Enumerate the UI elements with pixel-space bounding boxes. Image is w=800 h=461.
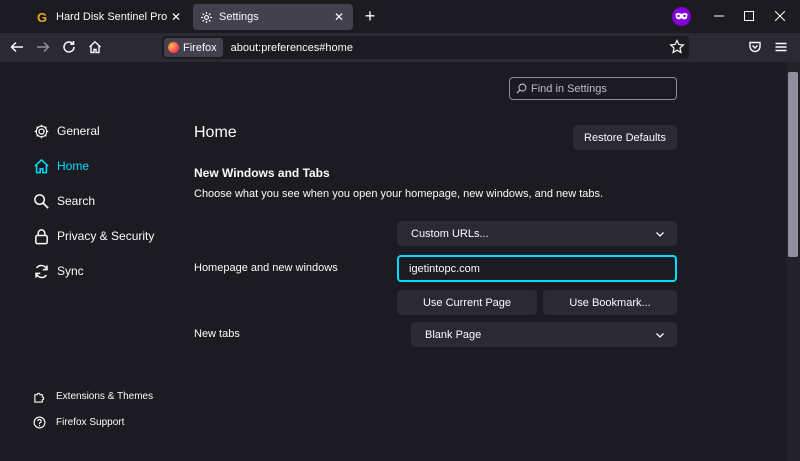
pocket-icon[interactable] <box>747 39 763 55</box>
find-in-settings-input[interactable]: Find in Settings <box>509 77 677 100</box>
page-title: Home <box>194 124 237 141</box>
maximize-button[interactable] <box>741 8 757 24</box>
category-home[interactable]: Home <box>32 156 89 176</box>
chevron-down-icon <box>656 333 664 338</box>
tab-hard-disk-sentinel[interactable]: G Hard Disk Sentinel Pro 5 Free Do ✕ <box>30 4 190 30</box>
menu-icon[interactable] <box>773 39 789 55</box>
extensions-themes-link[interactable]: Extensions & Themes <box>32 388 153 404</box>
lock-icon <box>32 227 50 245</box>
tab-title: Settings <box>219 11 259 23</box>
identity-label: Firefox <box>183 41 217 54</box>
search-icon <box>32 192 50 210</box>
g-favicon-icon: G <box>36 10 50 24</box>
category-general[interactable]: General <box>32 121 100 141</box>
use-current-page-button[interactable]: Use Current Page <box>397 290 537 315</box>
tab-title: Hard Disk Sentinel Pro 5 Free Do <box>56 11 168 23</box>
svg-text:G: G <box>37 10 47 24</box>
forward-button[interactable] <box>35 39 51 55</box>
firefox-logo-icon <box>168 42 179 53</box>
category-privacy-security[interactable]: Privacy & Security <box>32 226 154 246</box>
back-button[interactable] <box>9 39 25 55</box>
new-tabs-value: Blank Page <box>425 328 482 341</box>
bookmark-star-icon[interactable] <box>669 39 685 55</box>
new-tabs-select[interactable]: Blank Page <box>411 322 677 347</box>
homepage-mode-select[interactable]: Custom URLs... <box>397 221 677 246</box>
address-bar[interactable]: Firefox about:preferences#home <box>162 36 689 59</box>
section-title: New Windows and Tabs <box>194 166 330 180</box>
chevron-down-icon <box>656 232 664 237</box>
reload-icon[interactable] <box>61 39 77 55</box>
category-label: Sync <box>57 264 84 278</box>
scrollbar-thumb[interactable] <box>788 72 798 257</box>
new-tabs-label: New tabs <box>194 328 240 340</box>
preferences-page: Find in Settings General Home Search Pri… <box>0 62 786 461</box>
category-sync[interactable]: Sync <box>32 261 84 281</box>
category-label: Search <box>57 194 96 208</box>
category-label: General <box>57 124 100 138</box>
extensions-themes-label: Extensions & Themes <box>56 390 154 402</box>
tab-strip: G Hard Disk Sentinel Pro 5 Free Do ✕ Set… <box>0 0 800 33</box>
tab-settings[interactable]: Settings ✕ <box>193 4 353 30</box>
homepage-url-input[interactable]: igetintopc.com <box>397 255 677 282</box>
navigation-toolbar: Firefox about:preferences#home <box>0 33 800 62</box>
help-icon <box>32 415 46 429</box>
category-label: Privacy & Security <box>57 229 155 243</box>
firefox-support-link[interactable]: Firefox Support <box>32 414 124 430</box>
home-icon <box>32 157 50 175</box>
use-bookmark-button[interactable]: Use Bookmark... <box>543 290 677 315</box>
minimize-button[interactable] <box>711 8 727 24</box>
category-label: Home <box>57 159 90 173</box>
home-icon[interactable] <box>87 39 103 55</box>
new-tab-button[interactable]: + <box>362 7 378 25</box>
close-tab-icon[interactable]: ✕ <box>331 9 347 25</box>
search-icon <box>516 83 527 94</box>
restore-defaults-button[interactable]: Restore Defaults <box>573 125 677 150</box>
find-placeholder: Find in Settings <box>531 82 607 95</box>
homepage-label: Homepage and new windows <box>194 262 338 274</box>
category-search[interactable]: Search <box>32 191 95 211</box>
section-description: Choose what you see when you open your h… <box>194 188 604 200</box>
puzzle-icon <box>32 389 46 403</box>
firefox-support-label: Firefox Support <box>56 416 125 428</box>
private-browsing-icon <box>672 7 691 26</box>
close-tab-icon[interactable]: ✕ <box>168 9 184 25</box>
url-text[interactable]: about:preferences#home <box>231 42 353 54</box>
homepage-mode-value: Custom URLs... <box>411 227 489 240</box>
sync-icon <box>32 262 50 280</box>
gear-icon <box>199 10 213 24</box>
identity-box[interactable]: Firefox <box>164 38 223 57</box>
gear-icon <box>32 122 50 140</box>
close-window-button[interactable] <box>772 8 788 24</box>
